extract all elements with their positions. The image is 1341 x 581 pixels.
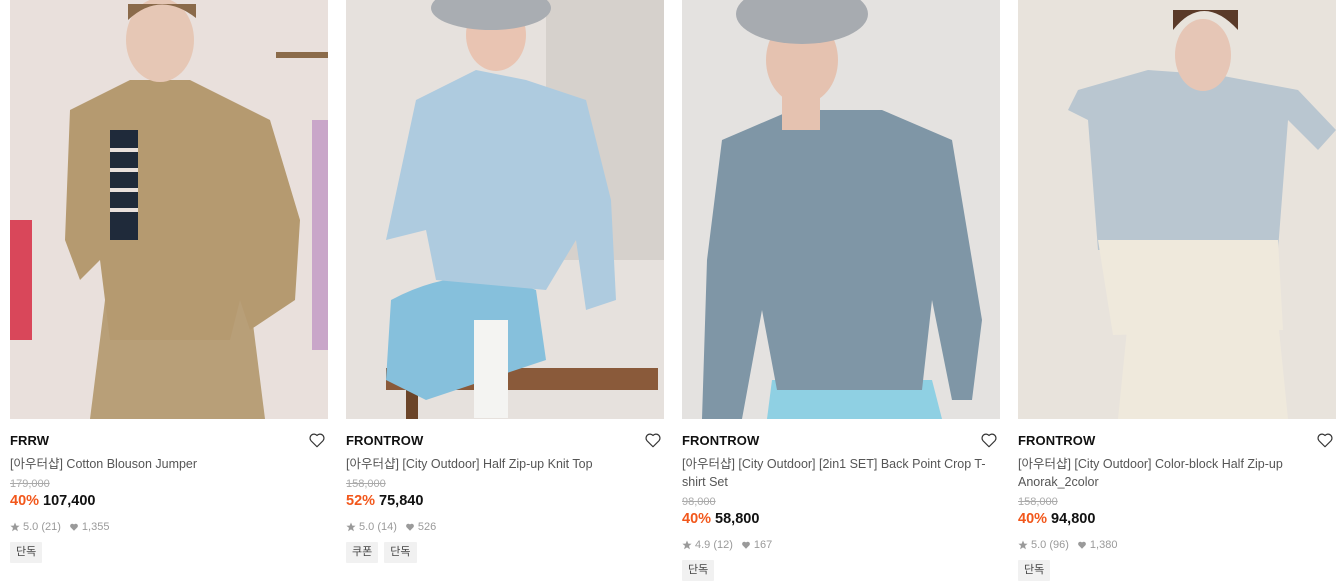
star-icon: [10, 522, 20, 532]
brand-name[interactable]: FRONTROW: [346, 433, 664, 449]
sale-price: 40% 94,800: [1018, 510, 1336, 528]
heart-icon[interactable]: [308, 431, 326, 449]
like-count: 526: [417, 521, 437, 533]
star-icon: [346, 522, 356, 532]
tag-exclusive: 단독: [682, 560, 715, 581]
product-card[interactable]: FRONTROW [아우터샵] [City Outdoor] [2in1 SET…: [682, 0, 1000, 581]
rating-value: 5.0: [1031, 539, 1047, 551]
review-count: (14): [377, 521, 397, 533]
product-card[interactable]: FRRW [아우터샵] Cotton Blouson Jumper 179,00…: [10, 0, 328, 563]
like-count: 1,355: [81, 521, 110, 533]
product-name[interactable]: [아우터샵] [City Outdoor] [2in1 SET] Back Po…: [682, 455, 1000, 491]
rating-value: 5.0: [23, 521, 39, 533]
tag-list: 쿠폰 단독: [346, 542, 664, 563]
review-count: (12): [713, 539, 733, 551]
brand-name[interactable]: FRONTROW: [1018, 433, 1336, 449]
sale-price: 40% 107,400: [10, 492, 328, 510]
like-count: 167: [753, 539, 773, 551]
original-price: 158,000: [1018, 496, 1058, 508]
brand-name[interactable]: FRRW: [10, 433, 328, 449]
rating-value: 5.0: [359, 521, 375, 533]
tag-list: 단독: [10, 542, 328, 563]
price-value: 94,800: [1051, 511, 1096, 527]
heart-filled-icon: [742, 541, 750, 549]
heart-icon[interactable]: [980, 431, 998, 449]
sale-price: 52% 75,840: [346, 492, 664, 510]
heart-icon[interactable]: [1316, 431, 1334, 449]
star-icon: [1018, 540, 1028, 550]
product-card[interactable]: FRONTROW [아우터샵] [City Outdoor] Color-blo…: [1018, 0, 1336, 581]
heart-filled-icon: [70, 523, 78, 531]
tag-coupon: 쿠폰: [346, 542, 379, 563]
product-card[interactable]: FRONTROW [아우터샵] [City Outdoor] Half Zip-…: [346, 0, 664, 563]
price-value: 107,400: [43, 493, 96, 509]
original-price: 158,000: [346, 478, 386, 490]
product-image[interactable]: [1018, 0, 1336, 419]
original-price: 179,000: [10, 478, 50, 490]
review-count: (21): [41, 521, 61, 533]
like-count: 1,380: [1089, 539, 1118, 551]
product-image[interactable]: [682, 0, 1000, 419]
tag-list: 단독: [1018, 560, 1336, 581]
sale-price: 40% 58,800: [682, 510, 1000, 528]
rating-value: 4.9: [695, 539, 711, 551]
product-image[interactable]: [346, 0, 664, 419]
price-value: 58,800: [715, 511, 760, 527]
tag-exclusive: 단독: [1018, 560, 1051, 581]
product-image[interactable]: [10, 0, 328, 419]
product-stats: 5.0 (96) 1,380: [1018, 538, 1336, 552]
product-name[interactable]: [아우터샵] [City Outdoor] Color-block Half Z…: [1018, 455, 1336, 491]
discount-rate: 40%: [1018, 511, 1048, 527]
tag-exclusive: 단독: [10, 542, 43, 563]
review-count: (96): [1049, 539, 1069, 551]
discount-rate: 40%: [682, 511, 712, 527]
product-stats: 4.9 (12) 167: [682, 538, 1000, 552]
product-stats: 5.0 (21) 1,355: [10, 520, 328, 534]
heart-filled-icon: [1078, 541, 1086, 549]
product-name[interactable]: [아우터샵] [City Outdoor] Half Zip-up Knit T…: [346, 455, 664, 473]
star-icon: [682, 540, 692, 550]
product-grid: FRRW [아우터샵] Cotton Blouson Jumper 179,00…: [0, 0, 1341, 581]
brand-name[interactable]: FRONTROW: [682, 433, 1000, 449]
product-name[interactable]: [아우터샵] Cotton Blouson Jumper: [10, 455, 328, 473]
heart-icon[interactable]: [644, 431, 662, 449]
discount-rate: 40%: [10, 493, 40, 509]
heart-filled-icon: [406, 523, 414, 531]
discount-rate: 52%: [346, 493, 376, 509]
product-stats: 5.0 (14) 526: [346, 520, 664, 534]
price-value: 75,840: [379, 493, 424, 509]
original-price: 98,000: [682, 496, 716, 508]
tag-exclusive: 단독: [384, 542, 417, 563]
tag-list: 단독: [682, 560, 1000, 581]
